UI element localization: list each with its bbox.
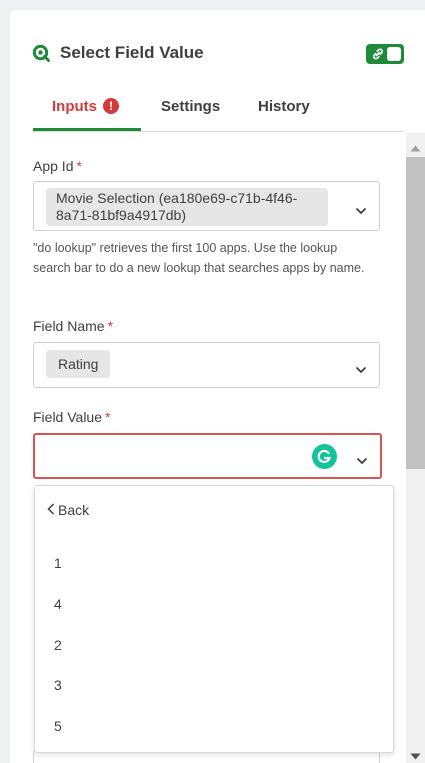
field-value-input[interactable] <box>33 433 382 479</box>
field-name-label: Field Name * <box>33 318 113 334</box>
dropdown-option[interactable]: 1 <box>54 555 374 571</box>
label-text: App Id <box>33 158 74 174</box>
grammarly-icon[interactable] <box>312 444 337 469</box>
scroll-down-arrow-icon[interactable] <box>410 747 421 763</box>
link-toggle[interactable] <box>366 44 404 64</box>
error-badge-icon: ! <box>103 98 119 114</box>
dropdown-option[interactable]: 4 <box>54 596 374 612</box>
scrollbar[interactable] <box>406 133 425 763</box>
chevron-left-icon <box>47 502 55 518</box>
app-id-label: App Id * <box>33 158 82 174</box>
required-mark: * <box>105 409 111 425</box>
scrollbar-thumb[interactable] <box>406 157 425 469</box>
dropdown-option[interactable]: 2 <box>54 637 374 653</box>
link-icon <box>370 46 386 62</box>
dropdown-option[interactable]: 5 <box>54 718 374 734</box>
field-name-value-chip: Rating <box>46 350 111 378</box>
qlik-logo-icon <box>32 44 50 62</box>
label-text: Field Name <box>33 318 105 334</box>
app-id-help-text: "do lookup" retrieves the first 100 apps… <box>33 241 365 275</box>
chevron-down-icon[interactable] <box>355 202 367 215</box>
required-mark: * <box>76 158 82 174</box>
chevron-down-icon[interactable] <box>355 361 367 374</box>
field-value-label: Field Value * <box>33 409 110 425</box>
tab-history[interactable]: History <box>258 98 310 115</box>
panel-header: Select Field Value <box>32 43 204 63</box>
field-name-select[interactable]: Rating <box>33 342 380 388</box>
side-panel: Select Field Value Inputs! Settings Hist… <box>10 10 425 763</box>
app-id-select[interactable]: Movie Selection (ea180e69-c71b-4f46-8a71… <box>33 181 380 231</box>
chevron-down-icon[interactable] <box>356 452 368 465</box>
tab-settings[interactable]: Settings <box>161 98 220 115</box>
scroll-up-arrow-icon[interactable] <box>410 139 421 157</box>
tab-bar: Inputs! Settings History <box>33 94 403 132</box>
field-value-dropdown: Back 1 4 2 3 5 <box>34 485 394 753</box>
active-tab-indicator <box>33 128 141 131</box>
toggle-knob <box>387 47 401 61</box>
dropdown-option[interactable]: 3 <box>54 677 374 693</box>
required-mark: * <box>107 318 114 334</box>
tab-label: Inputs <box>52 98 97 115</box>
back-label: Back <box>58 502 90 518</box>
back-button[interactable]: Back <box>47 502 89 518</box>
app-id-value-chip: Movie Selection (ea180e69-c71b-4f46-8a71… <box>46 188 328 226</box>
label-text: Field Value <box>33 409 103 425</box>
tab-inputs[interactable]: Inputs! <box>52 98 119 115</box>
panel-title: Select Field Value <box>60 43 204 62</box>
